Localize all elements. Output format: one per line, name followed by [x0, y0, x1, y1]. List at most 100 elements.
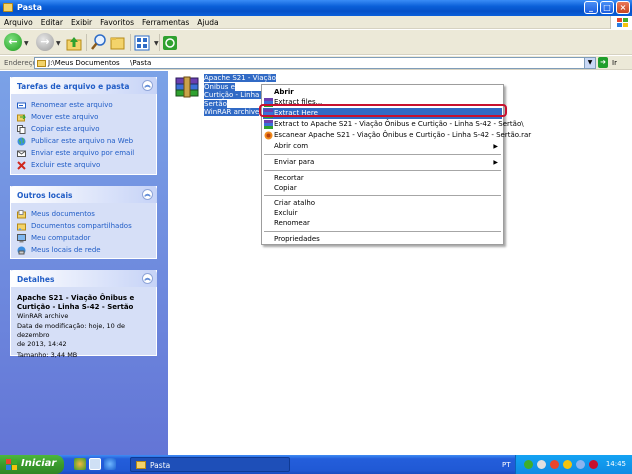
place-network[interactable]: Meus locais de rede — [17, 245, 150, 257]
panel-header[interactable]: Outros locais ︽ — [10, 186, 157, 203]
panel-title: Detalhes — [17, 275, 55, 284]
views-icon[interactable] — [134, 35, 152, 51]
panel-header[interactable]: Detalhes ︽ — [10, 270, 157, 287]
task-rename[interactable]: Renomear este arquivo — [17, 100, 150, 112]
address-bar: Endereço J:\Meus Documentos \Pasta ▼ ➜ I… — [0, 56, 632, 70]
folders-icon[interactable] — [110, 35, 126, 51]
rename-icon — [17, 102, 26, 109]
task-label: Excluir este arquivo — [31, 161, 101, 169]
menu-item-label: Abrir com — [274, 142, 309, 150]
toolbar: ← ▼ → ▼ ▼ — [0, 30, 632, 55]
computer-icon — [17, 234, 26, 243]
winrar-archive-icon[interactable] — [174, 76, 200, 98]
tray-app-icon[interactable] — [589, 460, 598, 469]
back-button[interactable]: ← — [4, 33, 22, 51]
task-publish-web[interactable]: Publicar este arquivo na Web — [17, 136, 150, 148]
maximize-button[interactable]: □ — [600, 1, 614, 14]
panel-title: Outros locais — [17, 191, 73, 200]
back-dropdown-icon[interactable]: ▼ — [24, 40, 29, 47]
go-button[interactable]: Ir — [612, 59, 617, 67]
menu-ajuda[interactable]: Ajuda — [193, 18, 222, 27]
tray-app-icon[interactable] — [550, 460, 559, 469]
documents-folder-icon — [17, 210, 26, 219]
tray-app-icon[interactable] — [537, 460, 546, 469]
system-tray: 14:45 — [515, 455, 632, 474]
detail-file-type: WinRAR archive — [17, 312, 69, 320]
toolbar-separator — [159, 34, 160, 51]
menu-exibir[interactable]: Exibir — [67, 18, 96, 27]
place-label: Meu computador — [31, 234, 91, 242]
shared-folder-icon — [17, 223, 26, 231]
menu-separator — [264, 170, 501, 171]
address-dropdown-icon[interactable]: ▼ — [584, 58, 595, 68]
desktop-icon[interactable] — [89, 458, 101, 470]
forward-button[interactable]: → — [36, 33, 54, 51]
file-type-line: WinRAR archive — [204, 108, 260, 116]
folder-icon — [3, 3, 13, 12]
window-title: Pasta — [17, 3, 43, 12]
task-delete[interactable]: Excluir este arquivo — [17, 160, 150, 172]
sync-icon[interactable] — [163, 36, 177, 50]
menu-separator — [264, 154, 501, 155]
folder-icon — [37, 60, 46, 67]
browser-icon[interactable] — [74, 458, 86, 470]
menu-item-open-with[interactable]: Abrir com ▶ — [263, 141, 502, 152]
menu-item-send-to[interactable]: Enviar para ▶ — [263, 157, 502, 168]
task-pane: Tarefas de arquivo e pasta ︽ Renomear es… — [0, 71, 168, 455]
menu-item-properties[interactable]: Propriedades — [263, 234, 502, 245]
address-input[interactable]: J:\Meus Documentos \Pasta ▼ — [34, 57, 596, 69]
submenu-arrow-icon: ▶ — [493, 143, 498, 150]
menu-editar[interactable]: Editar — [37, 18, 67, 27]
place-my-computer[interactable]: Meu computador — [17, 233, 150, 245]
speaker-icon[interactable] — [576, 460, 585, 469]
place-shared-documents[interactable]: Documentos compartilhados — [17, 221, 150, 233]
menu-item-extract-to[interactable]: Extract to Apache S21 - Viação Ônibus e … — [263, 119, 524, 130]
internet-explorer-icon[interactable] — [104, 458, 116, 470]
menu-ferramentas[interactable]: Ferramentas — [138, 18, 193, 27]
task-email[interactable]: Enviar este arquivo por email — [17, 148, 150, 160]
tray-app-icon[interactable] — [563, 460, 572, 469]
collapse-chevron-icon[interactable]: ︽ — [142, 189, 153, 200]
other-places-panel: Outros locais ︽ Meus documentos Document… — [10, 186, 157, 259]
menu-favoritos[interactable]: Favoritos — [96, 18, 138, 27]
collapse-chevron-icon[interactable]: ︽ — [142, 80, 153, 91]
taskbar-item-label: Pasta — [150, 461, 171, 470]
menu-item-rename[interactable]: Renomear — [263, 218, 502, 229]
address-path-tail: \Pasta — [130, 59, 152, 67]
menu-item-copy[interactable]: Copiar — [263, 183, 502, 194]
title-bar[interactable]: Pasta _ □ × — [0, 0, 632, 16]
menu-item-scan[interactable]: Escanear Apache S21 - Viação Ônibus e Cu… — [263, 130, 531, 141]
antivirus-icon — [264, 131, 273, 140]
minimize-button[interactable]: _ — [584, 1, 598, 14]
place-my-documents[interactable]: Meus documentos — [17, 209, 150, 221]
explorer-window: Pasta _ □ × Arquivo Editar Exibir Favori… — [0, 0, 632, 474]
panel-header[interactable]: Tarefas de arquivo e pasta ︽ — [10, 77, 157, 94]
taskbar-item-pasta[interactable]: Pasta — [130, 457, 290, 472]
detail-modified: Data de modificação: hoje, 10 de dezembr… — [17, 322, 125, 339]
address-path: J:\Meus Documentos — [48, 59, 120, 67]
submenu-arrow-icon: ▶ — [493, 159, 498, 166]
go-arrow-icon[interactable]: ➜ — [598, 57, 608, 68]
menu-item-label: Extract to Apache S21 - Viação Ônibus e … — [274, 120, 524, 128]
views-dropdown-icon[interactable]: ▼ — [154, 40, 159, 47]
menu-arquivo[interactable]: Arquivo — [0, 18, 37, 27]
close-button[interactable]: × — [616, 1, 630, 14]
language-indicator[interactable]: PT — [502, 461, 511, 469]
detail-modified: de 2013, 14:42 — [17, 340, 67, 348]
folder-up-icon[interactable] — [66, 35, 82, 51]
clock[interactable]: 14:45 — [606, 460, 626, 468]
windows-flag-icon — [6, 459, 17, 470]
task-copy[interactable]: Copiar este arquivo — [17, 124, 150, 136]
place-label: Documentos compartilhados — [31, 222, 132, 230]
start-button[interactable]: Iniciar — [0, 455, 64, 474]
menu-item-label: Escanear Apache S21 - Viação Ônibus e Cu… — [274, 131, 532, 139]
task-label: Renomear este arquivo — [31, 101, 113, 109]
task-label: Copiar este arquivo — [31, 125, 100, 133]
collapse-chevron-icon[interactable]: ︽ — [142, 273, 153, 284]
task-label: Publicar este arquivo na Web — [31, 137, 134, 145]
detail-file-title: Apache S21 - Viação Ônibus e — [17, 294, 135, 302]
forward-dropdown-icon[interactable]: ▼ — [56, 40, 61, 47]
tray-app-icon[interactable] — [524, 460, 533, 469]
task-move[interactable]: Mover este arquivo — [17, 112, 150, 124]
search-icon[interactable] — [90, 33, 108, 51]
